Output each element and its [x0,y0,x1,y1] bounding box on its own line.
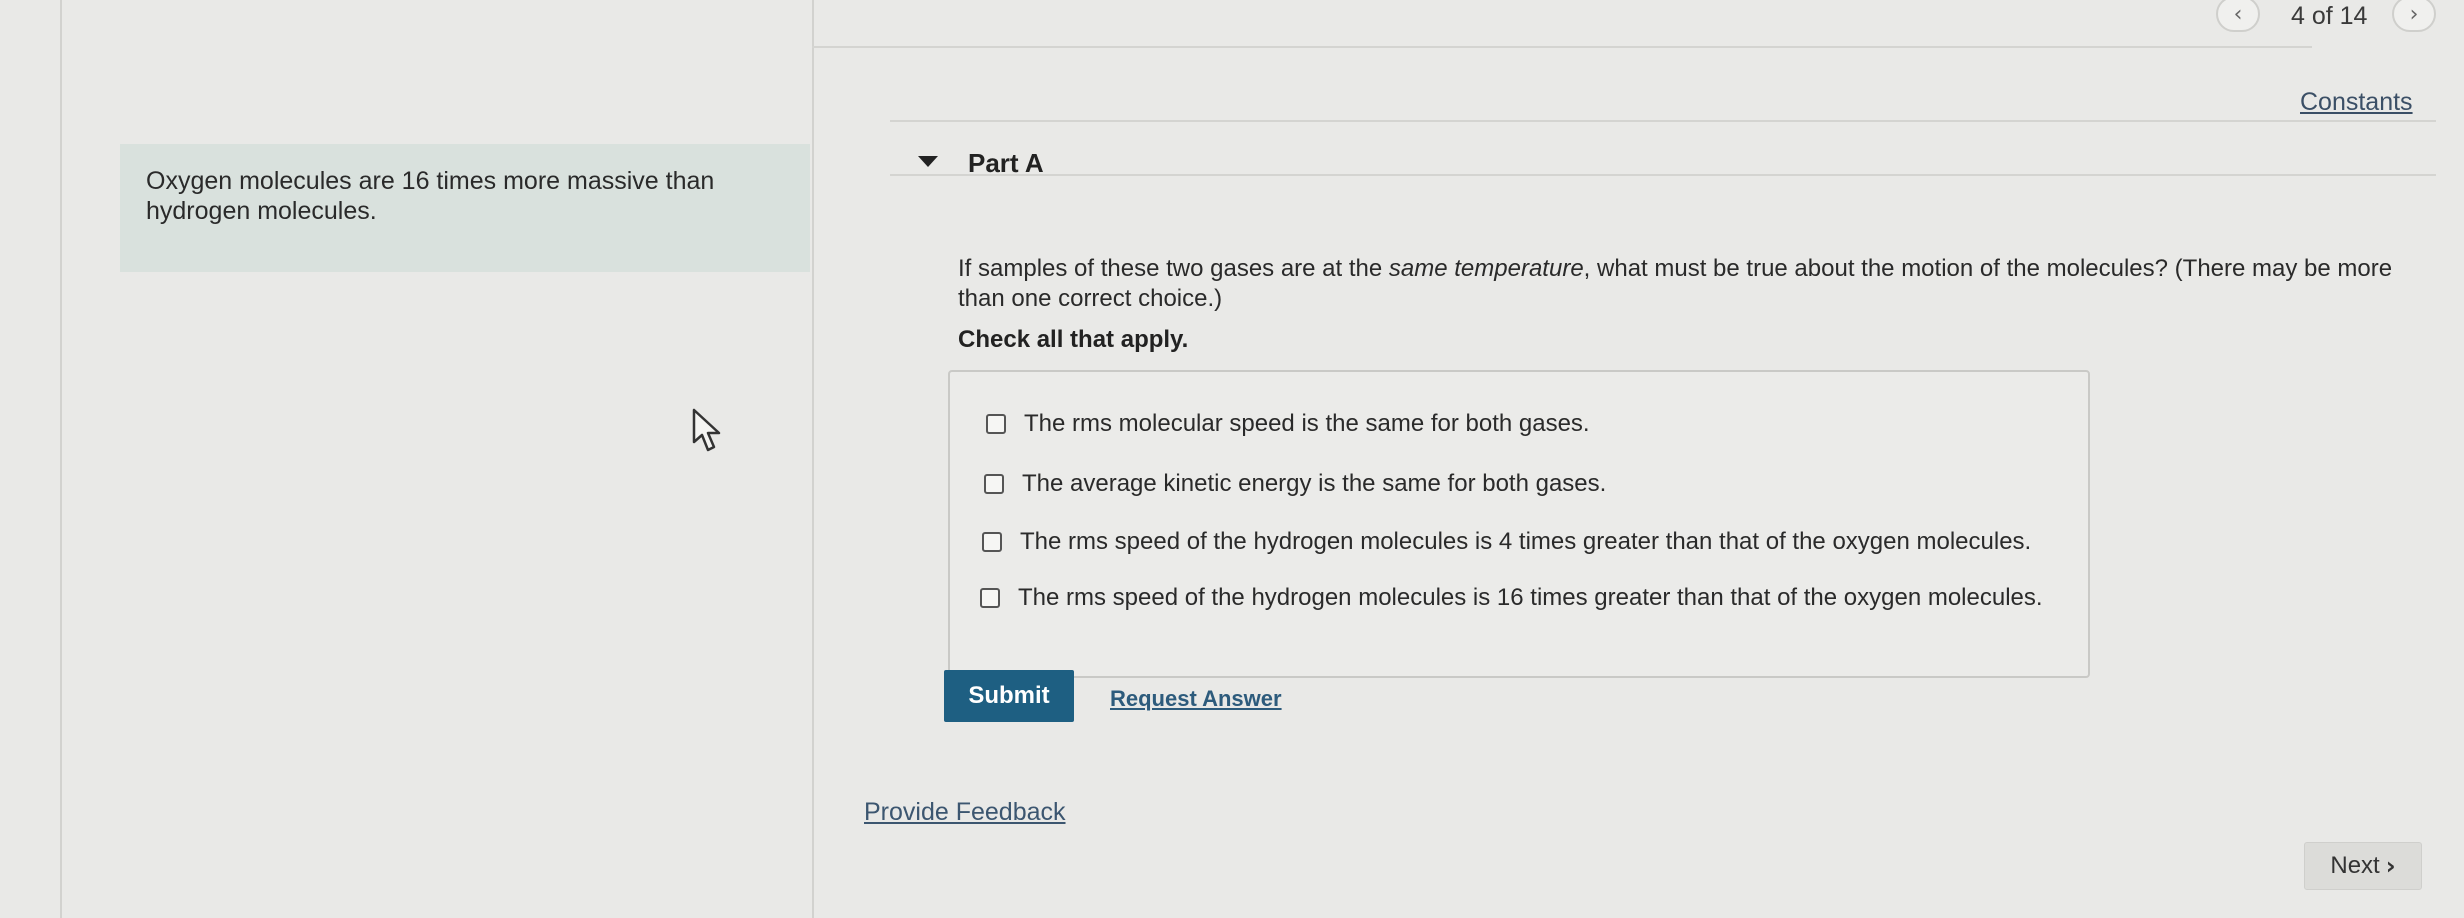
checkbox[interactable] [982,532,1002,552]
checkbox[interactable] [980,588,1000,608]
provide-feedback-link[interactable]: Provide Feedback [864,798,1066,827]
choice-label: The rms speed of the hydrogen molecules … [1018,584,2043,611]
left-panel-edge [60,0,62,918]
part-header-bottom-rule [890,174,2436,176]
question-text-start: If samples of these two gases are at the [958,255,1389,282]
checkbox[interactable] [984,474,1004,494]
constants-link[interactable]: Constants [2300,88,2413,117]
prev-question-button[interactable]: ‹ [2216,0,2260,32]
chevron-right-icon: › [2385,852,2396,880]
choice-label: The average kinetic energy is the same f… [1022,470,1607,497]
choice-option[interactable]: The rms speed of the hydrogen molecules … [982,528,2031,556]
request-answer-link[interactable]: Request Answer [1110,686,1282,712]
choice-label: The rms speed of the hydrogen molecules … [1020,528,2032,555]
chevron-right-icon: › [2409,1,2419,27]
intro-text: Oxygen molecules are 16 times more massi… [146,167,715,225]
question-counter: 4 of 14 [2291,2,2368,30]
instruction-text: Check all that apply. [958,326,1189,353]
choice-option[interactable]: The average kinetic energy is the same f… [984,470,1606,498]
checkbox[interactable] [986,414,1006,434]
part-title[interactable]: Part A [968,148,1044,179]
mouse-cursor-icon [692,408,721,452]
next-button[interactable]: Next › [2304,842,2422,890]
submit-button[interactable]: Submit [944,670,1074,722]
chevron-left-icon: ‹ [2233,1,2243,27]
choice-label: The rms molecular speed is the same for … [1024,410,1590,437]
part-header-top-rule [890,120,2436,122]
choice-option[interactable]: The rms molecular speed is the same for … [986,410,1590,438]
panel-divider [812,0,814,918]
choice-option[interactable]: The rms speed of the hydrogen molecules … [980,584,2043,612]
next-label: Next [2330,852,2380,879]
question-text: If samples of these two gases are at the… [958,254,2438,314]
page: ‹ 4 of 14 › Constants Oxygen molecules a… [0,0,2464,918]
question-emphasis: same temperature [1388,255,1584,282]
top-divider [812,46,2312,48]
next-question-button[interactable]: › [2392,0,2436,32]
collapse-caret-icon[interactable] [918,156,938,167]
